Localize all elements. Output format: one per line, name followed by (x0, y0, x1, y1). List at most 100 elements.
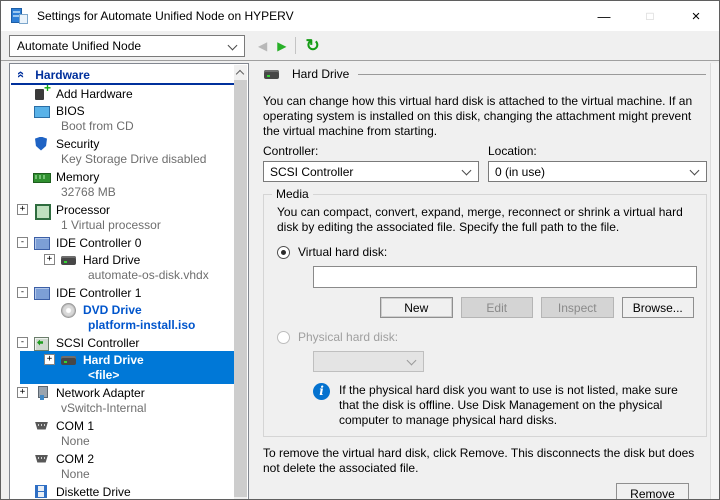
location-dropdown[interactable]: 0 (in use) (488, 161, 707, 182)
controller-dropdown[interactable]: SCSI Controller (263, 161, 479, 182)
new-button[interactable]: New (380, 297, 453, 318)
edit-button: Edit (461, 297, 534, 318)
close-button[interactable]: × (673, 1, 719, 31)
vm-selector-value: Automate Unified Node (17, 39, 141, 53)
tree-sub-memory: 32768 MB (11, 185, 234, 201)
window-controls: — □ × (581, 1, 719, 31)
tree-item-add-hardware[interactable]: Add Hardware (11, 85, 234, 102)
location-value: 0 (in use) (495, 165, 545, 179)
tree-item-ide-controller-1[interactable]: - IDE Controller 1 (11, 284, 234, 301)
settings-window: Settings for Automate Unified Node on HY… (0, 0, 720, 500)
tree-selection-highlight: + Hard Drive <file> (20, 351, 234, 384)
intro-text: You can change how this virtual hard dis… (263, 94, 707, 139)
memory-icon (33, 170, 51, 184)
tree-sub-scsi-hard-drive: <file> (20, 368, 234, 384)
tree-sub-security: Key Storage Drive disabled (11, 152, 234, 168)
hyperv-settings-icon (11, 8, 28, 24)
tree-item-scsi-controller[interactable]: - SCSI Controller (11, 334, 234, 351)
vhd-buttons: New Edit Inspect Browse... (380, 297, 694, 318)
main-area: « Hardware Add Hardware BIOS Boot from C… (1, 61, 719, 499)
hard-drive-icon (263, 67, 281, 81)
vhd-path-input[interactable] (313, 266, 697, 288)
scrollbar-thumb[interactable] (234, 80, 247, 497)
media-groupbox: Media You can compact, convert, expand, … (263, 194, 707, 437)
panel-header: Hard Drive (263, 67, 706, 81)
forward-icon[interactable]: ▶ (277, 39, 286, 53)
bios-icon (33, 104, 51, 118)
maximize-button: □ (627, 1, 673, 31)
chevron-down-icon (228, 40, 238, 50)
controller-label: Controller: (263, 144, 483, 158)
physical-hard-disk-radio (277, 331, 290, 344)
processor-icon (33, 203, 51, 217)
tree-sub-processor: 1 Virtual processor (11, 218, 234, 234)
ide-controller-icon (33, 236, 51, 250)
tree-sub-network-adapter: vSwitch-Internal (11, 401, 234, 417)
refresh-icon[interactable]: ↻ (305, 37, 319, 54)
expander-icon[interactable]: - (17, 337, 28, 348)
remove-row: Remove (259, 483, 689, 500)
maximize-icon: □ (646, 9, 653, 23)
hard-drive-icon (60, 253, 78, 267)
tree-item-diskette-drive[interactable]: Diskette Drive (11, 483, 234, 499)
tree-item-dvd-drive[interactable]: DVD Drive (11, 301, 234, 318)
collapse-all-icon: « (14, 71, 29, 78)
close-icon: × (692, 8, 701, 25)
hard-drive-icon (60, 353, 78, 367)
vm-selector-dropdown[interactable]: Automate Unified Node (9, 35, 245, 57)
toolbar-separator (295, 37, 296, 54)
remove-button[interactable]: Remove (616, 483, 689, 500)
toolbar: Automate Unified Node ◀ ▶ ↻ (1, 31, 719, 61)
tree-item-bios[interactable]: BIOS (11, 102, 234, 119)
tree-item-com-1[interactable]: COM 1 (11, 417, 234, 434)
expander-icon[interactable]: - (17, 237, 28, 248)
tree-sub-bios: Boot from CD (11, 119, 234, 135)
physical-disk-dropdown (313, 351, 424, 372)
remove-note: To remove the virtual hard disk, click R… (263, 446, 707, 476)
diskette-drive-icon (33, 485, 51, 499)
info-text: If the physical hard disk you want to us… (339, 383, 694, 428)
panel-title: Hard Drive (292, 67, 349, 81)
tree-item-memory[interactable]: Memory (11, 168, 234, 185)
back-icon: ◀ (258, 39, 267, 53)
com-port-icon (33, 419, 51, 433)
minimize-icon: — (598, 9, 611, 24)
tree-item-network-adapter[interactable]: + Network Adapter (11, 384, 234, 401)
window-title: Settings for Automate Unified Node on HY… (37, 9, 294, 23)
media-description: You can compact, convert, expand, merge,… (277, 205, 694, 235)
virtual-hard-disk-radio[interactable] (277, 246, 290, 259)
tree-item-com-2[interactable]: COM 2 (11, 450, 234, 467)
inspect-button: Inspect (541, 297, 614, 318)
tree-item-security[interactable]: Security (11, 135, 234, 152)
chevron-down-icon (407, 356, 417, 366)
scroll-up-icon[interactable] (234, 65, 247, 80)
tree-item-ide0-hard-drive[interactable]: + Hard Drive (11, 251, 234, 268)
controller-location-row: Controller: SCSI Controller Location: 0 … (259, 144, 711, 182)
expander-icon[interactable]: + (17, 204, 28, 215)
chevron-down-icon (462, 166, 472, 176)
hard-drive-panel: Hard Drive You can change how this virtu… (259, 63, 711, 499)
tree-sub-com-2: None (11, 467, 234, 483)
browse-button[interactable]: Browse... (622, 297, 695, 318)
expander-icon[interactable]: + (44, 354, 55, 365)
add-hardware-icon (33, 87, 51, 101)
sidebar-scrollbar[interactable] (234, 65, 247, 499)
dvd-drive-icon (60, 303, 78, 317)
tree-item-scsi-hard-drive-selected[interactable]: + Hard Drive (20, 351, 234, 368)
tree-item-processor[interactable]: + Processor (11, 201, 234, 218)
scsi-controller-icon (33, 336, 51, 350)
minimize-button[interactable]: — (581, 1, 627, 31)
location-label: Location: (488, 144, 707, 158)
expander-icon[interactable]: + (17, 387, 28, 398)
nav-buttons: ◀ ▶ ↻ (258, 37, 320, 54)
virtual-hard-disk-label: Virtual hard disk: (298, 245, 387, 259)
tree-sub-com-1: None (11, 434, 234, 450)
physical-hard-disk-radio-row: Physical hard disk: (277, 330, 694, 344)
expander-icon[interactable]: - (17, 287, 28, 298)
expander-icon[interactable]: + (44, 254, 55, 265)
chevron-down-icon (690, 166, 700, 176)
info-row: i If the physical hard disk you want to … (313, 383, 694, 428)
media-legend: Media (272, 187, 313, 201)
tree-sub-dvd-drive: platform-install.iso (11, 318, 234, 334)
tree-item-ide-controller-0[interactable]: - IDE Controller 0 (11, 234, 234, 251)
